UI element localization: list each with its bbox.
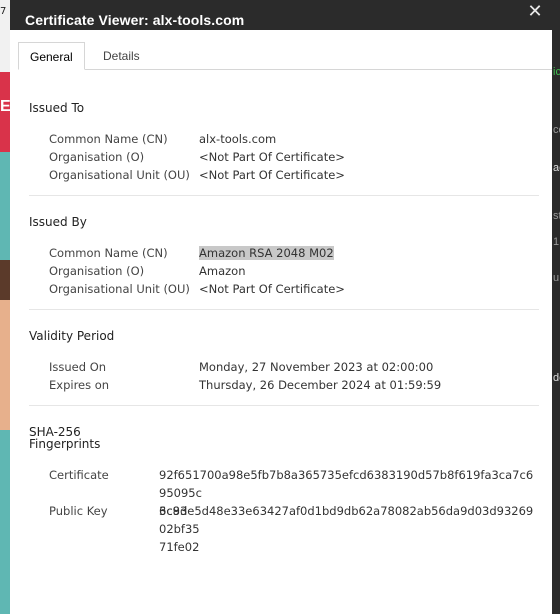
background-text: 1	[553, 236, 560, 248]
row-value: alx-tools.com	[199, 132, 277, 146]
general-tab-content: Issued To Common Name (CN) alx-tools.com…	[10, 70, 552, 614]
row-value: <Not Part Of Certificate>	[199, 150, 345, 164]
background-text: 7	[0, 6, 7, 17]
background-text: ic	[553, 66, 560, 78]
fingerprint-line: 6c93e5d48e33e63427af0d1bd9db62a78082ab56…	[159, 504, 534, 536]
section-heading-fingerprints-2: Fingerprints	[29, 437, 101, 451]
section-divider	[29, 309, 539, 310]
fingerprint-label: Public Key	[49, 504, 108, 518]
fingerprint-line: 71fe02	[159, 540, 200, 554]
row-value: Thursday, 26 December 2024 at 01:59:59	[199, 378, 442, 392]
row-label: Issued On	[49, 360, 107, 374]
row-value: <Not Part Of Certificate>	[199, 168, 345, 182]
row-label: Organisational Unit (OU)	[49, 168, 190, 182]
tab-general[interactable]: General	[18, 42, 85, 70]
background-text: st	[553, 210, 560, 222]
background-image	[0, 300, 10, 430]
section-heading-issued-to: Issued To	[29, 101, 85, 115]
certificate-viewer-dialog: Certificate Viewer: alx-tools.com ✕ Gene…	[10, 0, 552, 614]
tab-bar: General Details	[18, 42, 552, 70]
section-divider	[29, 405, 539, 406]
row-label: Organisation (O)	[49, 150, 145, 164]
row-value-selected[interactable]: Amazon RSA 2048 M02	[199, 246, 334, 260]
background-window-right: ic co ae st 1 u de	[552, 0, 560, 614]
background-text: E	[0, 98, 10, 115]
row-label: Expires on	[49, 378, 110, 392]
row-value: Amazon	[199, 264, 246, 278]
background-text: u	[553, 272, 560, 284]
row-label: Common Name (CN)	[49, 132, 168, 146]
fingerprint-value: 6c93e5d48e33e63427af0d1bd9db62a78082ab56…	[159, 502, 539, 556]
row-label: Common Name (CN)	[49, 246, 168, 260]
fingerprint-line: 92f651700a98e5fb7b8a365735efcd6383190d57…	[159, 468, 534, 500]
title-bar: Certificate Viewer: alx-tools.com ✕	[10, 0, 552, 30]
background-window-left: 7 E	[0, 0, 10, 614]
row-value: Monday, 27 November 2023 at 02:00:00	[199, 360, 434, 374]
row-label: Organisational Unit (OU)	[49, 282, 190, 296]
close-icon[interactable]: ✕	[524, 2, 546, 24]
fingerprint-label: Certificate	[49, 468, 109, 482]
section-heading-issued-by: Issued By	[29, 215, 87, 229]
background-text: co	[553, 124, 560, 136]
dialog-title: Certificate Viewer: alx-tools.com	[25, 12, 245, 28]
section-heading-validity: Validity Period	[29, 329, 115, 343]
background-text: ae	[553, 162, 560, 174]
row-value: <Not Part Of Certificate>	[199, 282, 345, 296]
row-label: Organisation (O)	[49, 264, 145, 278]
background-text: de	[553, 372, 560, 384]
section-divider	[29, 195, 539, 196]
tab-details[interactable]: Details	[92, 42, 151, 68]
